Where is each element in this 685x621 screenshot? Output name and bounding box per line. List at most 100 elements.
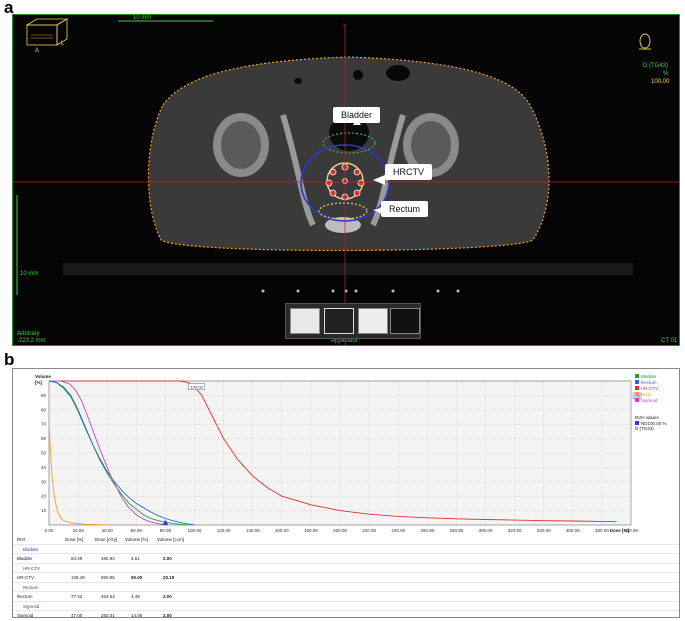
table-group-row[interactable]: HR-CTV [13, 564, 679, 573]
legend-label: Sigmoid [641, 397, 658, 403]
table-cell: 47.00 [71, 613, 83, 618]
table-cell: Bladder [17, 556, 33, 561]
orientation-a-label: A [35, 48, 40, 54]
table-cell: 64.49 [71, 556, 83, 561]
y-tick-label: 10 [41, 508, 47, 513]
table-group-row[interactable]: Bladder [13, 545, 679, 554]
x-tick-label: 40.00 [102, 528, 114, 533]
table-cell: 20.19 [163, 575, 175, 580]
dose-value: 100.00 [651, 79, 670, 85]
top-scale-label: 10 mm [133, 15, 152, 21]
x-tick-label: 60.00 [131, 528, 143, 533]
table-header-cell: Volume [ccm] [157, 537, 185, 542]
legend-label: Body [641, 391, 652, 397]
fiducial-dots [261, 289, 460, 293]
table-cell: 14.06 [131, 613, 143, 618]
air-pocket [386, 65, 410, 81]
table-header-cell: Volume [%] [125, 537, 148, 542]
table-cell: Rectum [17, 594, 33, 599]
dvh-values-swatch [635, 421, 639, 425]
slice-position-value: -223.2 mm [17, 338, 46, 344]
y-tick-label: 40 [41, 465, 47, 470]
top-crosshair-marker: x [343, 23, 346, 29]
x-tick-label: 360.00 [566, 528, 580, 533]
x-tick-label: 20.00 [72, 528, 84, 533]
x-tick-label: 320.00 [508, 528, 522, 533]
table-group-label: HR-CTV [23, 565, 40, 571]
legend-swatch [635, 386, 639, 390]
table-cell: Sigmoid [17, 613, 34, 618]
table-group-row[interactable]: Rectum [13, 583, 679, 592]
table-header-row: ROI Dose [%] Dose [cGy] Volume [%] Volume [c… [13, 535, 679, 545]
table-header-cell: Dose [%] [65, 537, 84, 542]
table-header-cell: Dose [cGy] [95, 537, 118, 542]
table-cell: 90.00 [131, 575, 143, 580]
x-tick-label: 140.00 [246, 528, 260, 533]
table-cell: 282.01 [101, 613, 115, 618]
table-header-cell: ROI [17, 537, 26, 542]
table-cell: 2.00 [163, 556, 172, 561]
dvh-panel[interactable]: 0.00 20.00 40.00 60.00 80.00 100.00 120.00 140.… [12, 368, 680, 618]
x-tick-label: 180.00 [304, 528, 318, 533]
table-group-row[interactable]: Sigmoid [13, 602, 679, 611]
y-tick-label: 90 [41, 393, 47, 398]
x-tick-label: 160.00 [275, 528, 289, 533]
thumbnail-2[interactable] [324, 308, 354, 334]
legend-swatch [635, 392, 639, 396]
x-tick-label: 200.00 [333, 528, 347, 533]
table-row[interactable]: Sigmoid 47.00 282.01 14.06 2.00 [13, 611, 679, 618]
table-group-label: Rectum [23, 584, 39, 590]
y-tick-label: 70 [41, 422, 47, 427]
table-row[interactable]: Rectum 77.42 464.54 4.49 2.00 [13, 592, 679, 602]
thumbnail-1[interactable] [290, 308, 320, 334]
curve-tooltip-label: 100.00 [191, 384, 204, 389]
table-cell: 2.00 [163, 594, 172, 599]
dvh-chart[interactable]: 0.00 20.00 40.00 60.00 80.00 100.00 120.00 140.… [13, 369, 680, 535]
ct-image [13, 18, 679, 345]
ct-axial-view[interactable]: 10 mm 10 mm A L x D (TG43) % 100.00 Arbi… [12, 14, 680, 346]
orientation-l-label: L [61, 41, 65, 47]
x-tick-label: 220.00 [362, 528, 376, 533]
dose-unit: % [663, 71, 669, 77]
legend-swatch [635, 374, 639, 378]
y-axis-unit: [%] [35, 380, 42, 385]
thumbnail-4[interactable] [390, 308, 420, 334]
x-tick-label: 340.00 [537, 528, 551, 533]
y-tick-label: 60 [41, 436, 47, 441]
x-tick-label: 100.00 [188, 528, 202, 533]
slice-position-label: Arbitrary [17, 331, 40, 337]
x-tick-label: 260.00 [420, 528, 434, 533]
dvh-footer-label: D (TG43) [635, 426, 654, 431]
table-group-label: Sigmoid [23, 603, 40, 609]
legend-swatch [635, 398, 639, 402]
table-cell: 464.54 [101, 594, 115, 599]
y-axis-label: Volume [35, 374, 51, 379]
dvh-table: ROI Dose [%] Dose [cGy] Volume [%] Volume [c… [13, 535, 679, 618]
table-cell: 108.49 [71, 575, 85, 580]
dose-label: D (TG43) [643, 63, 669, 69]
view-thumbnail-strip[interactable] [285, 303, 421, 339]
head-orientation-icon[interactable] [639, 33, 651, 50]
x-tick-label: 300.00 [479, 528, 493, 533]
legend-label: Rectum [641, 379, 657, 385]
x-tick-label: 120.00 [217, 528, 231, 533]
left-scale-label: 10 mm [20, 271, 39, 277]
dvh-legend: Bladder Rectum HR-CTV Body Sigmoid DVH values… [635, 373, 675, 431]
y-tick-label: 30 [41, 479, 47, 484]
x-tick-label: 240.00 [391, 528, 405, 533]
hrctv-callout: HRCTV [385, 164, 432, 180]
table-cell: 4.49 [131, 594, 140, 599]
panel-label-b: b [4, 350, 15, 369]
y-tick-label: 80 [41, 407, 47, 412]
table-cell: 650.95 [101, 575, 115, 580]
table-row[interactable]: Bladder 64.49 386.94 4.61 2.00 [13, 554, 679, 564]
legend-label: HR-CTV [641, 385, 658, 391]
table-group-label: Bladder [23, 546, 39, 552]
table-cell: 4.61 [131, 556, 140, 561]
table-row[interactable]: HR-CTV 108.49 650.95 90.00 20.19 [13, 573, 679, 583]
table-cell: 386.94 [101, 556, 115, 561]
table-cell: 2.00 [163, 613, 172, 618]
x-tick-label: 0.00 [45, 528, 54, 533]
thumbnail-3[interactable] [358, 308, 388, 334]
y-tick-label: 50 [41, 451, 47, 456]
